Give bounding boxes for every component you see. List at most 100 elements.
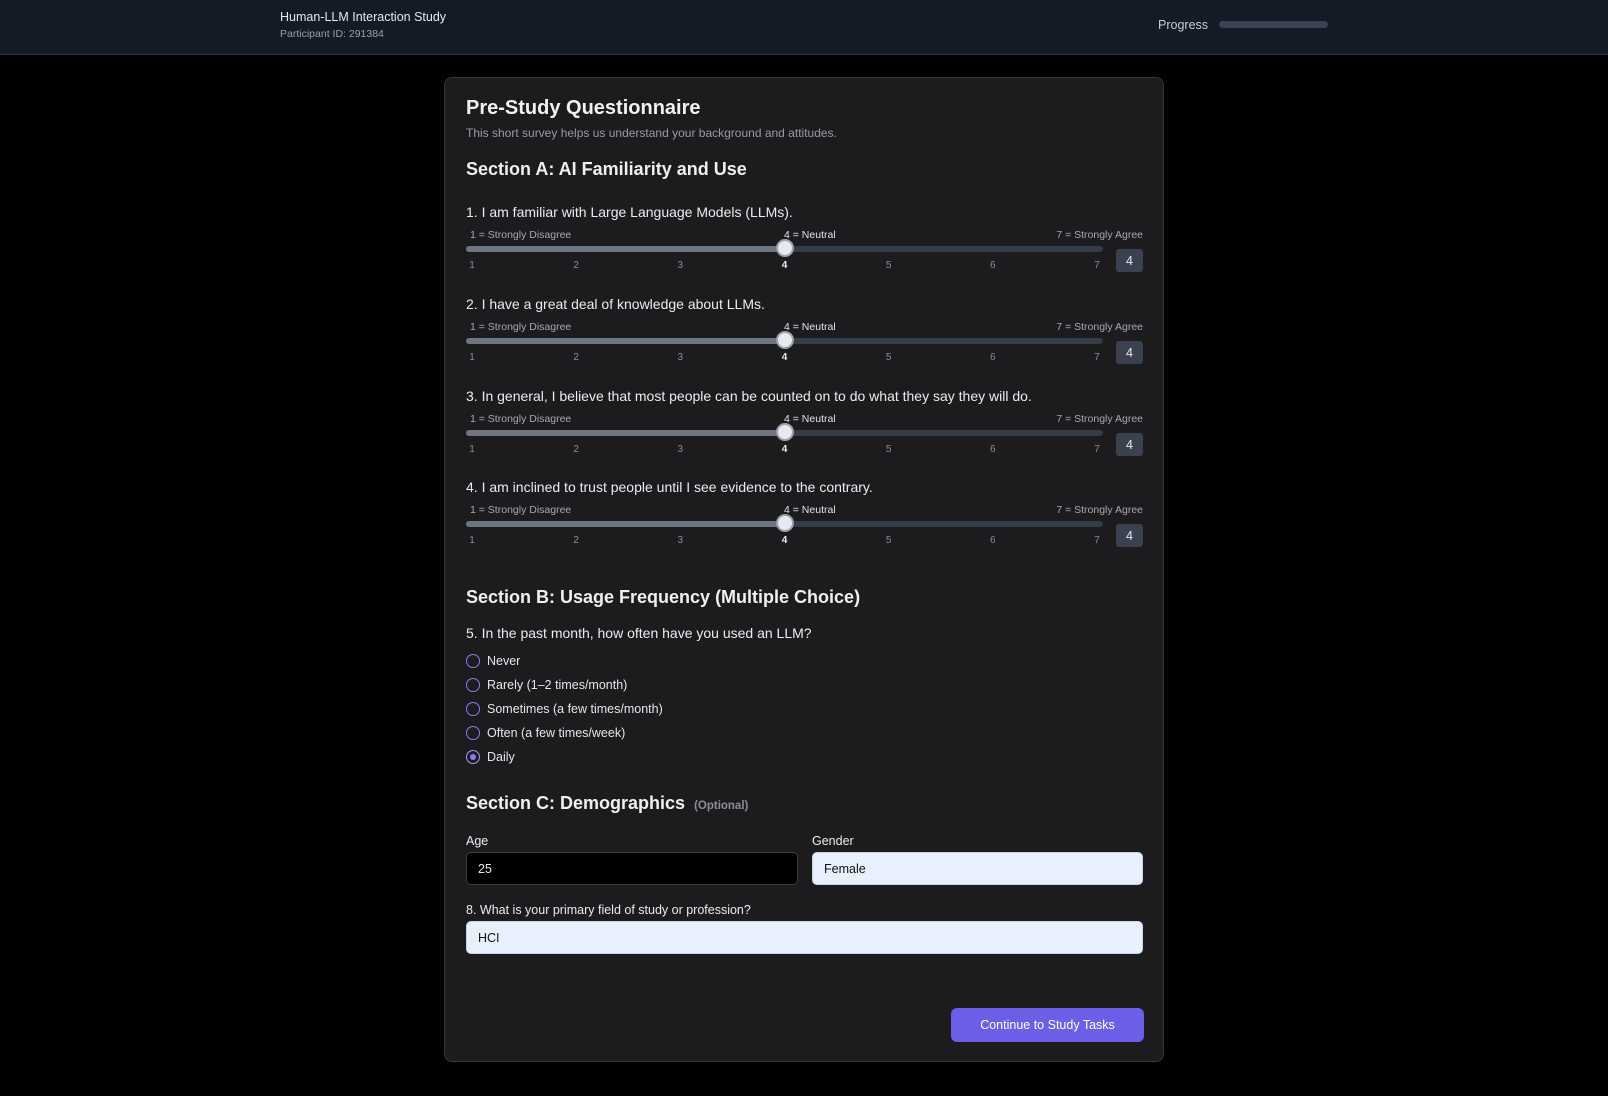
slider-value: 4 — [1116, 249, 1143, 272]
slider-value: 4 — [1116, 341, 1143, 364]
scale-tick-7: 7 — [1094, 535, 1100, 546]
anchor-strongly-agree: 7 = Strongly Agree — [1056, 229, 1143, 241]
optional-note: (Optional) — [694, 800, 749, 812]
slider-fill — [466, 521, 785, 527]
anchor-strongly-agree: 7 = Strongly Agree — [1056, 413, 1143, 425]
scale-ticks: 1 2 3 4 5 6 7 — [466, 352, 1103, 366]
scale-tick-3: 3 — [677, 535, 684, 546]
anchor-strongly-disagree: 1 = Strongly Disagree — [470, 504, 572, 516]
likert-question-1: 1. I am familiar with Large Language Mod… — [466, 204, 1143, 284]
scale-ticks: 1 2 3 4 5 6 7 — [466, 444, 1103, 458]
slider-thumb[interactable] — [775, 239, 794, 257]
page-subtitle: This short survey helps us understand yo… — [466, 126, 837, 140]
radio-option[interactable]: Often (a few times/week) — [466, 721, 866, 745]
anchor-strongly-disagree: 1 = Strongly Disagree — [470, 229, 572, 241]
scale-tick-2: 2 — [573, 260, 579, 271]
radio-option[interactable]: Sometimes (a few times/month) — [466, 697, 866, 721]
slider-fill — [466, 338, 785, 344]
scale-tick-3: 3 — [677, 260, 684, 271]
progress-bar — [1219, 21, 1328, 28]
scale-tick-6: 6 — [990, 260, 996, 271]
radio-button[interactable] — [466, 678, 480, 692]
scale-ticks: 1 2 3 4 5 6 7 — [466, 260, 1103, 274]
slider-fill — [466, 430, 785, 436]
scale-tick-5: 5 — [885, 352, 892, 363]
scale-tick-4: 4 — [781, 352, 788, 363]
question-text: 1. I am familiar with Large Language Mod… — [466, 204, 793, 220]
scale-tick-4: 4 — [781, 444, 788, 455]
radio-option[interactable]: Daily — [466, 745, 866, 769]
scale-ticks: 1 2 3 4 5 6 7 — [466, 535, 1103, 549]
scale-tick-7: 7 — [1094, 352, 1100, 363]
scale-tick-7: 7 — [1094, 444, 1100, 455]
scale-tick-3: 3 — [677, 444, 684, 455]
participant-id: Participant ID: 291384 — [280, 28, 384, 40]
likert-question-3: 3. In general, I believe that most peopl… — [466, 388, 1143, 468]
radio-button[interactable] — [466, 702, 480, 716]
slider-thumb[interactable] — [775, 331, 794, 349]
age-input[interactable] — [466, 852, 798, 885]
slider-value: 4 — [1116, 524, 1143, 547]
radio-option-label: Often (a few times/week) — [487, 726, 626, 740]
study-title: Human-LLM Interaction Study — [280, 10, 447, 24]
question-text: 3. In general, I believe that most peopl… — [466, 388, 1032, 404]
scale-tick-2: 2 — [573, 535, 579, 546]
radio-button[interactable] — [466, 654, 480, 668]
anchor-neutral: 4 = Neutral — [784, 321, 836, 333]
likert-question-2: 2. I have a great deal of knowledge abou… — [466, 296, 1143, 376]
slider-value: 4 — [1116, 433, 1143, 456]
anchor-neutral: 4 = Neutral — [784, 413, 836, 425]
question-text: 4. I am inclined to trust people until I… — [466, 479, 873, 495]
scale-tick-1: 1 — [469, 535, 475, 546]
scale-tick-1: 1 — [469, 444, 475, 455]
anchor-strongly-agree: 7 = Strongly Agree — [1056, 504, 1143, 516]
radio-button[interactable] — [466, 726, 480, 740]
age-label: Age — [466, 834, 489, 848]
continue-button[interactable]: Continue to Study Tasks — [951, 1008, 1144, 1042]
slider-thumb[interactable] — [775, 514, 794, 532]
scale-tick-7: 7 — [1094, 260, 1100, 271]
radio-option-label: Never — [487, 654, 521, 668]
anchor-strongly-disagree: 1 = Strongly Disagree — [470, 321, 572, 333]
slider-thumb[interactable] — [775, 423, 794, 441]
radio-option[interactable]: Never — [466, 649, 866, 673]
section-c-title: Section C: Demographics (Optional) — [466, 793, 748, 814]
radio-option-label: Daily — [487, 750, 515, 764]
gender-input[interactable] — [812, 852, 1143, 885]
scale-tick-1: 1 — [469, 352, 475, 363]
scale-tick-2: 2 — [573, 352, 579, 363]
section-c-title-text: Section C: Demographics — [466, 793, 686, 813]
scale-tick-5: 5 — [885, 535, 892, 546]
question-text: 2. I have a great deal of knowledge abou… — [466, 296, 765, 312]
anchor-strongly-agree: 7 = Strongly Agree — [1056, 321, 1143, 333]
scale-tick-3: 3 — [677, 352, 684, 363]
radio-option[interactable]: Rarely (1–2 times/month) — [466, 673, 866, 697]
page-title: Pre-Study Questionnaire — [466, 97, 701, 119]
anchor-strongly-disagree: 1 = Strongly Disagree — [470, 413, 572, 425]
questionnaire-card: Pre-Study Questionnaire This short surve… — [444, 77, 1164, 1062]
radio-button-checked[interactable] — [466, 750, 480, 764]
anchor-neutral: 4 = Neutral — [784, 229, 836, 241]
scale-tick-4: 4 — [781, 260, 788, 271]
scale-tick-1: 1 — [469, 260, 475, 271]
radio-option-label: Rarely (1–2 times/month) — [487, 678, 628, 692]
scale-tick-6: 6 — [990, 444, 996, 455]
radio-option-label: Sometimes (a few times/month) — [487, 702, 663, 716]
scale-tick-4: 4 — [781, 535, 788, 546]
scale-tick-5: 5 — [885, 444, 892, 455]
usage-frequency-options: Never Rarely (1–2 times/month) Sometimes (… — [466, 649, 866, 769]
scale-tick-5: 5 — [885, 260, 892, 271]
slider-fill — [466, 246, 785, 252]
scale-tick-6: 6 — [990, 352, 996, 363]
question-5: 5. In the past month, how often have you… — [466, 625, 812, 641]
scale-tick-6: 6 — [990, 535, 996, 546]
profession-input[interactable] — [466, 921, 1143, 954]
progress-label: Progress — [1158, 18, 1209, 32]
gender-label: Gender — [812, 834, 854, 848]
section-b-title: Section B: Usage Frequency (Multiple Cho… — [466, 587, 861, 607]
anchor-neutral: 4 = Neutral — [784, 504, 836, 516]
likert-question-4: 4. I am inclined to trust people until I… — [466, 479, 1143, 559]
top-bar: Human-LLM Interaction Study Participant … — [0, 0, 1608, 55]
scale-tick-2: 2 — [573, 444, 579, 455]
section-a-title: Section A: AI Familiarity and Use — [466, 159, 747, 179]
